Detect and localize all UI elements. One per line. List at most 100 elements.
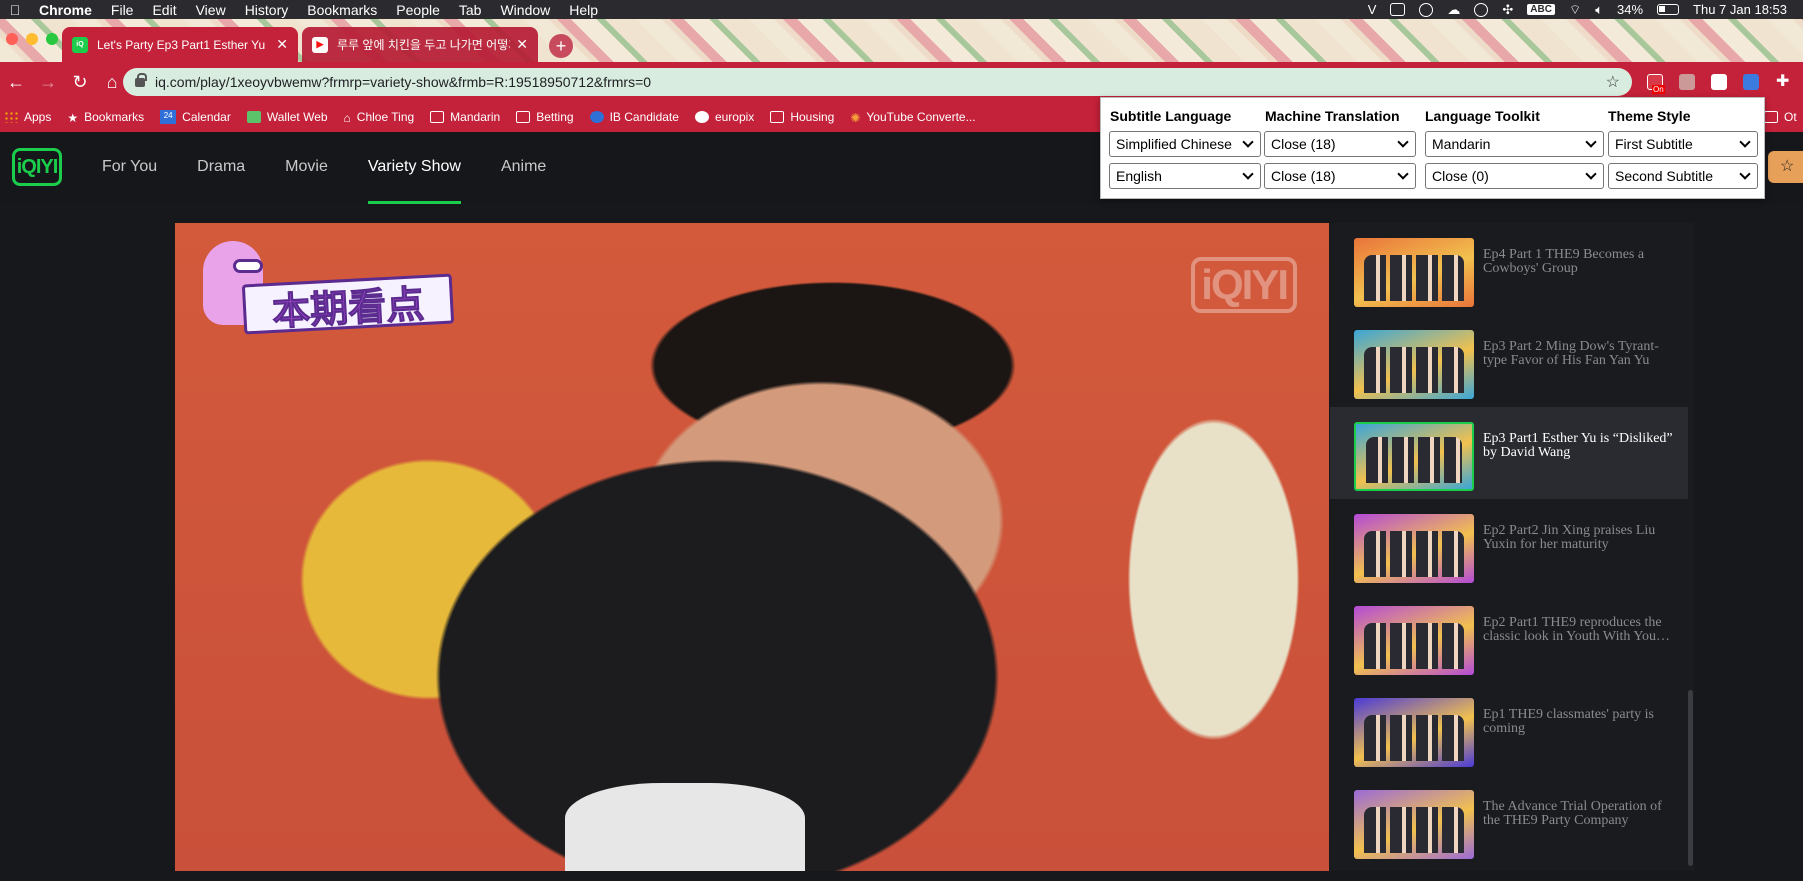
- menu-help[interactable]: Help: [560, 2, 608, 18]
- vip-star-icon[interactable]: ☆: [1768, 151, 1803, 183]
- extension-2-icon[interactable]: [1679, 74, 1695, 90]
- apps-grid-icon: [4, 111, 18, 123]
- mascot-glasses-icon: [233, 259, 263, 273]
- close-tab-icon[interactable]: ✕: [516, 36, 528, 53]
- subtitle-language-secondary-select[interactable]: English: [1109, 163, 1261, 189]
- thumbnail-figures: [1364, 347, 1464, 393]
- menu-tab[interactable]: Tab: [450, 2, 492, 18]
- bookmark-chloe-ting[interactable]: ⌂ Chloe Ting: [344, 110, 415, 125]
- highlight-badge: 本期看点: [203, 237, 455, 335]
- creative-cloud-icon[interactable]: [1419, 2, 1434, 17]
- menu-history[interactable]: History: [236, 2, 299, 18]
- menu-window[interactable]: Window: [491, 2, 560, 18]
- episode-thumbnail[interactable]: [1354, 698, 1474, 767]
- episode-title[interactable]: Ep1 THE9 classmates' party is coming: [1483, 708, 1675, 736]
- bookmark-mandarin[interactable]: Mandarin: [430, 110, 500, 124]
- nav-for-you[interactable]: For You: [102, 132, 157, 204]
- bookmark-calendar[interactable]: 24 Calendar: [160, 110, 231, 124]
- episode-item[interactable]: Ep2 Part2 Jin Xing praises Liu Yuxin for…: [1330, 499, 1688, 591]
- episode-item[interactable]: The Advance Trial Operation of the THE9 …: [1330, 775, 1688, 867]
- extension-4-icon[interactable]: [1743, 74, 1759, 90]
- vivaldi-icon[interactable]: V: [1368, 2, 1377, 17]
- extensions-puzzle-icon[interactable]: ✚: [1776, 71, 1789, 91]
- episode-title[interactable]: Ep3 Part 2 Ming Dow's Tyrant-type Favor …: [1483, 340, 1675, 368]
- time-machine-icon[interactable]: [1474, 2, 1489, 17]
- volume-icon[interactable]: 🔈︎: [1595, 2, 1603, 18]
- subtitle-settings-popup: Subtitle Language Machine Translation La…: [1100, 97, 1765, 199]
- episode-thumbnail[interactable]: [1354, 422, 1474, 491]
- bookmark-europix[interactable]: europix: [694, 110, 754, 124]
- apple-menu-icon[interactable]: : [0, 2, 30, 18]
- language-toolkit-secondary-select[interactable]: Close (0): [1425, 163, 1604, 189]
- star-icon: ★: [67, 111, 79, 125]
- machine-translation-primary-select[interactable]: Close (18): [1264, 131, 1416, 157]
- nav-anime[interactable]: Anime: [501, 132, 546, 204]
- episode-title[interactable]: Ep4 Part 1 THE9 Becomes a Cowboys' Group: [1483, 248, 1675, 276]
- wifi-icon[interactable]: ⌔: [1569, 2, 1581, 18]
- new-tab-button[interactable]: +: [549, 34, 573, 58]
- menu-file[interactable]: File: [102, 2, 144, 18]
- nav-variety-show[interactable]: Variety Show: [367, 132, 462, 204]
- bookmark-betting[interactable]: Betting: [516, 110, 574, 124]
- menu-app-chrome[interactable]: Chrome: [30, 2, 102, 18]
- episode-item[interactable]: Ep2 Part1 THE9 reproduces the classic lo…: [1330, 591, 1688, 683]
- episode-item[interactable]: Ep3 Part1 Esther Yu is “Disliked” by Dav…: [1330, 407, 1688, 499]
- video-player[interactable]: 本期看点 iQIYI: [175, 223, 1329, 871]
- bookmark-housing[interactable]: Housing: [770, 110, 834, 124]
- episode-title[interactable]: Ep2 Part1 THE9 reproduces the classic lo…: [1483, 616, 1675, 644]
- minimize-window-button[interactable]: [26, 33, 38, 45]
- theme-style-primary-select[interactable]: First Subtitle: [1608, 131, 1758, 157]
- menu-edit[interactable]: Edit: [143, 2, 186, 18]
- episode-title[interactable]: The Advance Trial Operation of the THE9 …: [1483, 800, 1675, 828]
- network-icon[interactable]: ✣: [1502, 2, 1513, 18]
- url-text[interactable]: iq.com/play/1xeoyvbwemw?frmrp=variety-sh…: [155, 74, 1606, 90]
- forward-button[interactable]: →: [32, 72, 64, 93]
- reload-button[interactable]: ↻: [64, 72, 96, 93]
- bookmark-other[interactable]: Ot: [1764, 110, 1797, 124]
- tab-iqiyi[interactable]: iQ Let's Party Ep3 Part1 Esther Yu ✕: [62, 27, 298, 62]
- close-window-button[interactable]: [6, 33, 18, 45]
- language-toolkit-primary-select[interactable]: Mandarin: [1425, 131, 1604, 157]
- episode-item[interactable]: Ep1 THE9 classmates' party is coming: [1330, 683, 1688, 775]
- lock-icon[interactable]: [135, 72, 147, 87]
- nav-movie[interactable]: Movie: [285, 132, 328, 204]
- episode-thumbnail[interactable]: [1354, 514, 1474, 583]
- window-icon[interactable]: [1390, 3, 1406, 16]
- zoom-window-button[interactable]: [46, 33, 58, 45]
- subtitle-language-primary-select[interactable]: Simplified Chinese: [1109, 131, 1261, 157]
- bookmark-apps[interactable]: Apps: [4, 110, 51, 124]
- close-tab-icon[interactable]: ✕: [276, 36, 288, 53]
- clock[interactable]: Thu 7 Jan 18:53: [1693, 2, 1787, 17]
- address-bar[interactable]: iq.com/play/1xeoyvbwemw?frmrp=variety-sh…: [123, 68, 1632, 96]
- battery-icon[interactable]: [1657, 4, 1680, 15]
- back-button[interactable]: ←: [0, 72, 32, 93]
- iqiyi-logo[interactable]: iQIYI: [12, 148, 62, 186]
- episode-item[interactable]: Ep3 Part 2 Ming Dow's Tyrant-type Favor …: [1330, 315, 1688, 407]
- bookmark-bookmarks[interactable]: ★ Bookmarks: [67, 110, 144, 125]
- machine-translation-secondary-select[interactable]: Close (18): [1264, 163, 1416, 189]
- episode-list-scrollbar[interactable]: [1688, 690, 1693, 866]
- episode-title[interactable]: Ep3 Part1 Esther Yu is “Disliked” by Dav…: [1483, 432, 1675, 460]
- notion-icon[interactable]: [1711, 74, 1727, 90]
- episode-thumbnail[interactable]: [1354, 238, 1474, 307]
- episode-title[interactable]: Ep2 Part2 Jin Xing praises Liu Yuxin for…: [1483, 524, 1675, 552]
- bookmark-star-icon[interactable]: ☆: [1606, 72, 1620, 92]
- episode-item[interactable]: Ep4 Part 1 THE9 Becomes a Cowboys' Group: [1330, 223, 1688, 315]
- tab-youtube[interactable]: ▶ 루루 앞에 치킨을 두고 나가면 어떻게 ✕: [302, 27, 538, 62]
- episode-thumbnail[interactable]: [1354, 606, 1474, 675]
- status-area: V ☁ ✣ ABC ⌔ 🔈︎ 34% Thu 7 Jan 18:53: [1368, 2, 1803, 18]
- thumbnail-figures: [1366, 437, 1462, 483]
- episode-thumbnail[interactable]: [1354, 330, 1474, 399]
- cloud-icon[interactable]: ☁: [1447, 2, 1460, 18]
- menu-people[interactable]: People: [387, 2, 450, 18]
- menu-bookmarks[interactable]: Bookmarks: [298, 2, 387, 18]
- bookmark-youtube-converter[interactable]: ✺ YouTube Converte...: [850, 110, 975, 125]
- menu-view[interactable]: View: [187, 2, 236, 18]
- bookmark-ib-candidate[interactable]: IB Candidate: [589, 110, 679, 124]
- nav-drama[interactable]: Drama: [197, 132, 245, 204]
- bookmark-wallet-web[interactable]: Wallet Web: [246, 110, 328, 124]
- thumbnail-figures: [1364, 255, 1464, 301]
- episode-thumbnail[interactable]: [1354, 790, 1474, 859]
- theme-style-secondary-select[interactable]: Second Subtitle: [1608, 163, 1758, 189]
- keyboard-input-icon[interactable]: ABC: [1527, 4, 1555, 15]
